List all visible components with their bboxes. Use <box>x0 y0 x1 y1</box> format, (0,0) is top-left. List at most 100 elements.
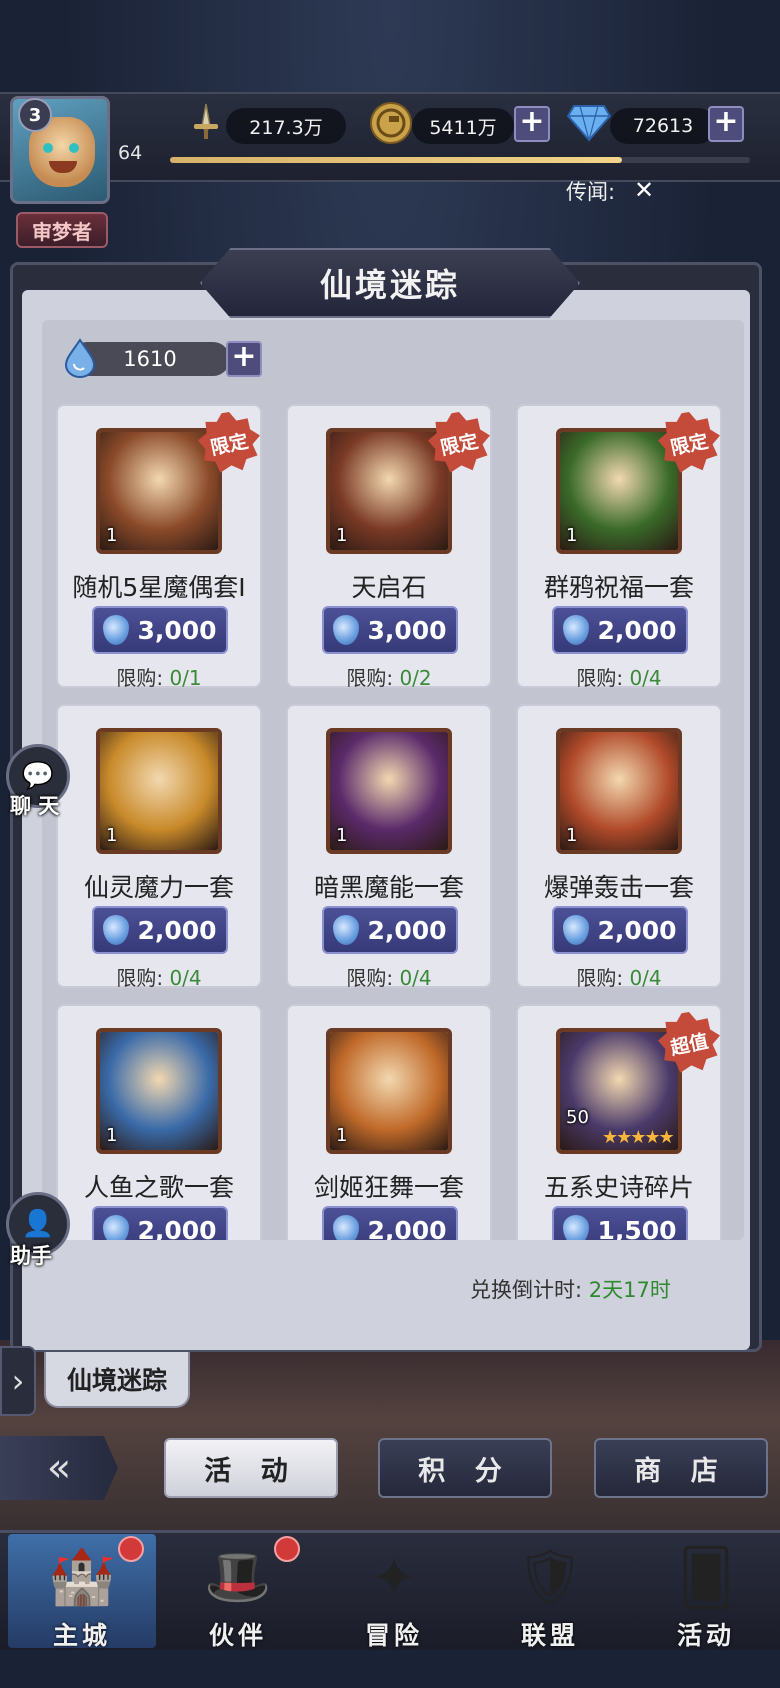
item-image[interactable]: 1 <box>556 728 682 854</box>
item-price: 2,000 <box>367 1215 447 1241</box>
back-arrow-icon[interactable]: « <box>0 1436 118 1500</box>
shop-item-card[interactable]: 1 人鱼之歌一套 2,000 <box>56 1004 262 1240</box>
item-name: 剑姬狂舞一套 <box>313 1173 464 1202</box>
buy-button[interactable]: 2,000 <box>552 906 688 954</box>
item-image[interactable]: 1 <box>96 1028 222 1154</box>
buy-button[interactable]: 3,000 <box>92 606 228 654</box>
add-gold-button[interactable]: + <box>514 106 550 142</box>
nav-item-label: 活动 <box>676 1621 735 1650</box>
item-name: 暗黑魔能一套 <box>313 873 464 902</box>
shop-item-card[interactable]: 50 ★★★★★ 超值 五系史诗碎片 1,500 <box>516 1004 722 1240</box>
limited-tag-badge: 限定 <box>428 412 490 474</box>
buy-button[interactable]: 1,500 <box>552 1206 688 1240</box>
shop-item-card[interactable]: 1 限定 随机5星魔偶套I 3,000 限购: 0/1 <box>56 404 262 690</box>
item-image[interactable]: 1 <box>326 1028 452 1154</box>
shield-icon: 🛡 <box>515 1545 585 1608</box>
limited-tag-badge: 限定 <box>658 412 720 474</box>
rumor-label: 传闻: <box>566 180 616 204</box>
nav-item-main-city[interactable]: 🏰 主城 <box>8 1534 156 1650</box>
item-count: 50 <box>566 1107 589 1128</box>
chat-label[interactable]: 聊 天 <box>10 790 59 820</box>
expand-arrow-icon[interactable]: › <box>0 1346 36 1416</box>
fairy-magic-icon <box>100 732 218 850</box>
item-image[interactable]: 1 <box>96 728 222 854</box>
nav-item-partners[interactable]: 🎩 伙伴 <box>164 1534 312 1650</box>
tab-wonderland-trail[interactable]: 仙境迷踪 <box>44 1352 190 1408</box>
limit-label: 限购: <box>116 966 164 990</box>
close-icon[interactable]: ✕ <box>634 176 654 204</box>
purchase-limit: 限购: 0/4 <box>518 662 720 691</box>
purchase-limit: 限购: 0/4 <box>288 962 490 991</box>
item-count: 1 <box>106 1125 118 1146</box>
panel-title: 仙境迷踪 <box>319 266 460 304</box>
player-title-tag[interactable]: 审梦者 <box>16 212 108 248</box>
nav-item-adventure[interactable]: ✦ 冒险 <box>320 1534 468 1651</box>
wizard-hat-icon: 🎩 <box>204 1545 272 1608</box>
water-drop-currency-icon <box>333 615 360 645</box>
add-currency-button[interactable]: + <box>226 341 262 377</box>
shop-item-card[interactable]: 1 限定 天启石 3,000 限购: 0/2 <box>286 404 492 690</box>
buy-button[interactable]: 2,000 <box>92 1206 228 1240</box>
mermaid-song-icon <box>100 1032 218 1150</box>
nav-item-activity[interactable]: 🂠 活动 <box>632 1534 780 1651</box>
buy-button[interactable]: 2,000 <box>322 1206 458 1240</box>
notification-dot <box>118 1536 144 1562</box>
add-diamond-button[interactable]: + <box>708 106 744 142</box>
tab-activity[interactable]: 活 动 <box>164 1438 338 1498</box>
limit-label: 限购: <box>576 966 624 990</box>
compass-icon: ✦ <box>371 1545 417 1609</box>
tab-points[interactable]: 积 分 <box>378 1438 552 1498</box>
exp-bar-fill <box>170 157 623 163</box>
tab-shop[interactable]: 商 店 <box>594 1438 768 1498</box>
shop-item-card[interactable]: 1 剑姬狂舞一套 2,000 <box>286 1004 492 1240</box>
countdown-label: 兑换倒计时: <box>470 1278 583 1302</box>
item-count: 1 <box>566 525 578 546</box>
helper-label[interactable]: 助手 <box>10 1240 52 1270</box>
item-name: 群鸦祝福一套 <box>543 573 694 602</box>
diamond-value: 72613 <box>610 108 716 144</box>
rarity-stars: ★★★★★ <box>602 1127 675 1148</box>
item-price: 2,000 <box>137 1215 217 1241</box>
exchange-countdown: 兑换倒计时: 2天17时 <box>470 1274 671 1304</box>
purchase-limit: 限购: 0/4 <box>518 962 720 991</box>
shop-item-card[interactable]: 1 限定群鸦祝福一套 2,000 限购: 0/4 <box>516 404 722 691</box>
exp-bar <box>170 157 750 163</box>
water-drop-currency-icon <box>563 615 590 645</box>
purchase-limit: 限购: 0/4 <box>58 962 260 991</box>
buy-button[interactable]: 2,000 <box>322 906 458 954</box>
limit-label: 限购: <box>116 666 164 690</box>
nav-item-label: 伙伴 <box>208 1621 267 1650</box>
limit-label: 限购: <box>346 666 394 690</box>
nav-item-alliance[interactable]: 🛡 联盟 <box>476 1534 624 1650</box>
limit-value: 0/4 <box>399 966 432 990</box>
limit-value: 0/2 <box>399 666 432 690</box>
nav-item-label: 主城 <box>52 1621 111 1650</box>
limit-value: 0/4 <box>629 666 662 690</box>
nav-item-label: 冒险 <box>364 1621 423 1650</box>
dark-magic-icon <box>330 732 448 850</box>
exp-level-text: 64 <box>118 142 143 164</box>
limited-tag-badge: 限定 <box>198 412 260 474</box>
water-drop-currency-icon <box>563 1215 590 1240</box>
item-name: 爆弹轰击一套 <box>543 873 694 902</box>
item-price: 3,000 <box>367 615 447 645</box>
item-name: 人鱼之歌一套 <box>83 1173 234 1202</box>
water-drop-currency-icon <box>103 615 130 645</box>
buy-button[interactable]: 2,000 <box>552 606 688 654</box>
countdown-value: 2天17时 <box>588 1278 671 1302</box>
item-image[interactable]: 1 <box>326 728 452 854</box>
item-count: 1 <box>566 825 578 846</box>
item-grid[interactable]: 1 限定 随机5星魔偶套I 3,000 限购: 0/1 1 限定 天启石 3,000 限购: 0/… <box>42 320 744 1240</box>
shop-item-card[interactable]: 1 仙灵魔力一套 2,000 限购: 0/4 <box>56 704 262 991</box>
buy-button[interactable]: 2,000 <box>92 906 228 954</box>
limit-label: 限购: <box>346 966 394 990</box>
buy-button[interactable]: 3,000 <box>322 606 458 654</box>
shop-item-card[interactable]: 1 爆弹轰击一套 2,000 限购: 0/4 <box>516 704 722 991</box>
shop-item-card[interactable]: 1 暗黑魔能一套 2,000 限购: 0/4 <box>286 704 492 991</box>
tag-text: 限定 <box>668 429 711 460</box>
item-name: 五系史诗碎片 <box>543 1173 694 1202</box>
item-count: 1 <box>336 525 348 546</box>
water-drop-currency-icon <box>64 338 96 378</box>
water-drop-currency-icon <box>333 1215 360 1240</box>
item-price: 2,000 <box>137 915 217 945</box>
